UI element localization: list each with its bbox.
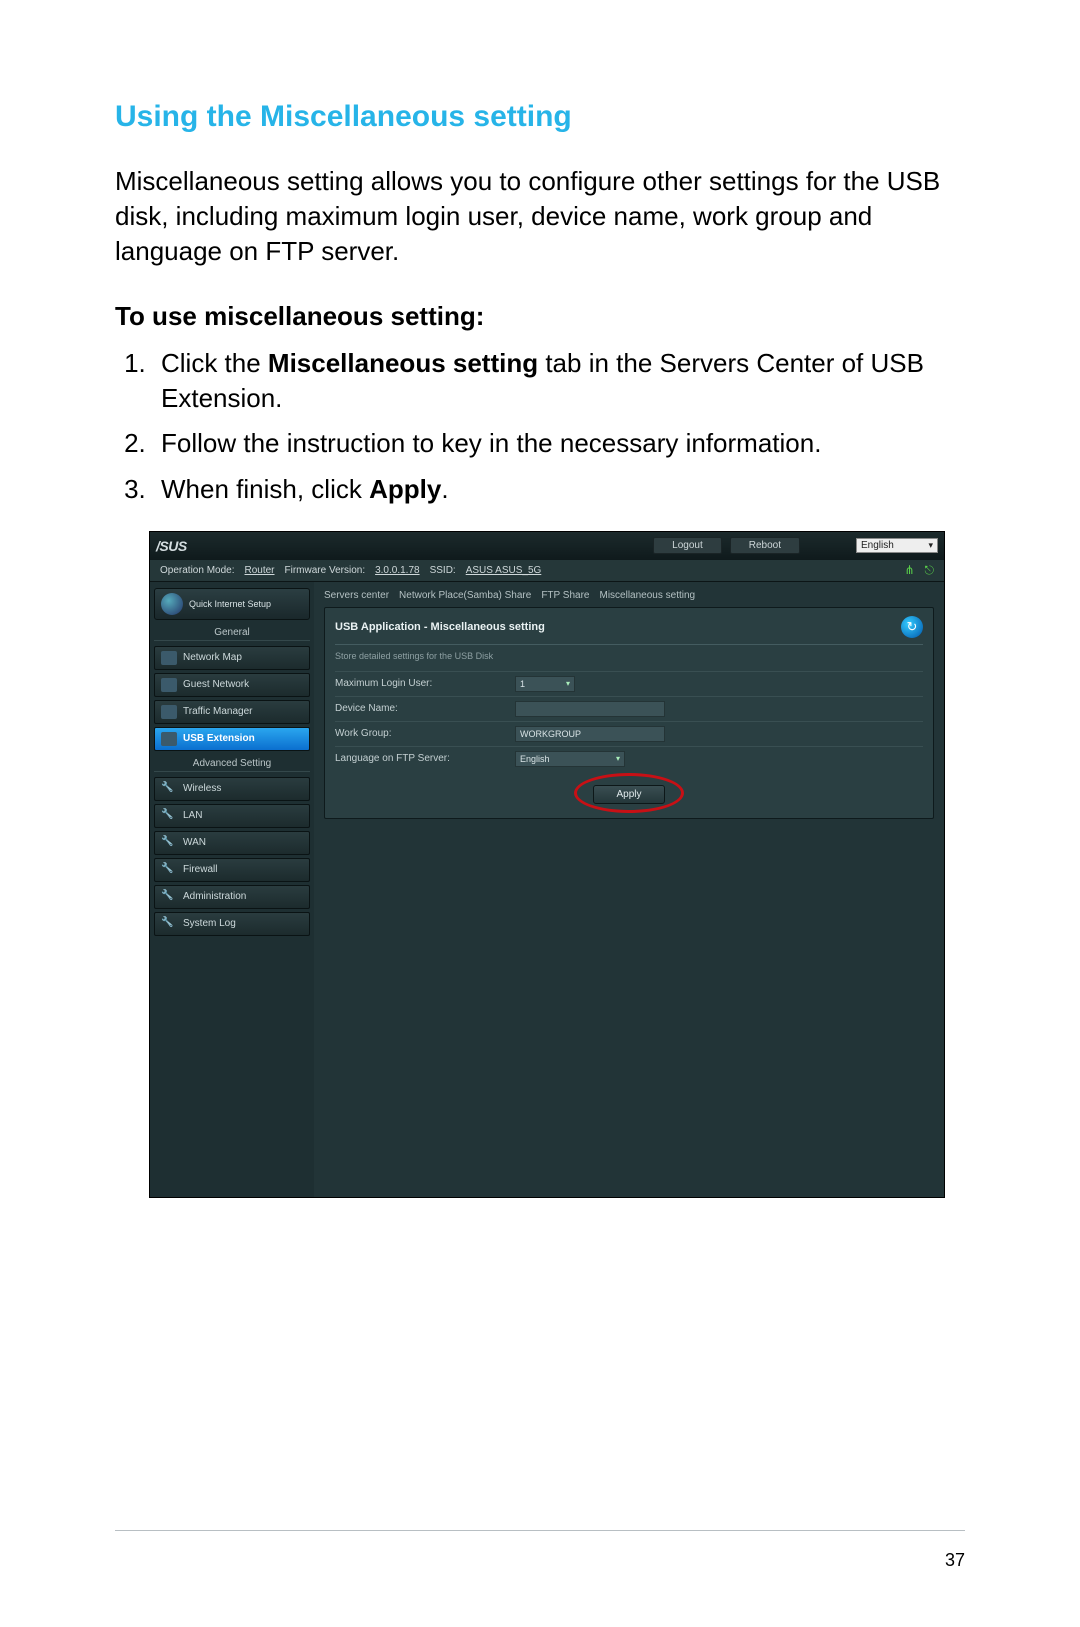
sidebar-item-network-map[interactable]: Network Map — [154, 646, 310, 670]
device-name-input[interactable] — [515, 701, 665, 717]
sidebar-item-label: LAN — [183, 810, 202, 821]
step-1-bold: Miscellaneous setting — [268, 348, 538, 378]
sidebar-item-system-log[interactable]: 🔧 System Log — [154, 912, 310, 936]
tab-misc-setting[interactable]: Miscellaneous setting — [599, 590, 695, 601]
subheading: To use miscellaneous setting: — [115, 301, 965, 332]
tab-ftp-share[interactable]: FTP Share — [541, 590, 589, 601]
group-general: General — [154, 623, 310, 641]
sidebar-item-lan[interactable]: 🔧 LAN — [154, 804, 310, 828]
wrench-icon: 🔧 — [161, 890, 177, 904]
router-screenshot: /SUS Logout Reboot English Operation Mod… — [149, 531, 945, 1198]
qis-label: Quick Internet Setup — [189, 599, 271, 609]
wrench-icon: 🔧 — [161, 836, 177, 850]
step-3-bold: Apply — [369, 474, 441, 504]
logout-button[interactable]: Logout — [653, 537, 722, 554]
wrench-icon: 🔧 — [161, 809, 177, 823]
step-3-text-c: . — [441, 474, 448, 504]
steps-list: Click the Miscellaneous setting tab in t… — [115, 346, 965, 506]
main-panel: Servers center Network Place(Samba) Shar… — [314, 582, 944, 1197]
language-select[interactable]: English — [856, 538, 938, 553]
step-1: Click the Miscellaneous setting tab in t… — [153, 346, 965, 416]
usb-extension-icon — [161, 732, 177, 746]
footer-rule — [115, 1530, 965, 1531]
sidebar-item-label: Traffic Manager — [183, 706, 252, 717]
page-number: 37 — [945, 1550, 965, 1571]
sidebar-item-label: Firewall — [183, 864, 217, 875]
sidebar-item-usb-extension[interactable]: USB Extension — [154, 727, 310, 751]
step-3-text-a: When finish, click — [161, 474, 369, 504]
step-3: When finish, click Apply. — [153, 472, 965, 507]
sidebar-item-wan[interactable]: 🔧 WAN — [154, 831, 310, 855]
qis-icon — [161, 593, 183, 615]
panel-subtitle: Store detailed settings for the USB Disk — [335, 645, 923, 671]
section-title: Using the Miscellaneous setting — [115, 100, 965, 134]
sidebar: Quick Internet Setup General Network Map… — [150, 582, 314, 1197]
sidebar-item-label: Administration — [183, 891, 246, 902]
group-advanced: Advanced Setting — [154, 754, 310, 772]
wrench-icon: 🔧 — [161, 917, 177, 931]
sidebar-item-firewall[interactable]: 🔧 Firewall — [154, 858, 310, 882]
device-name-label: Device Name: — [335, 703, 505, 714]
sidebar-item-label: Guest Network — [183, 679, 249, 690]
asus-logo: /SUS — [156, 538, 187, 554]
refresh-icon[interactable]: ↻ — [901, 616, 923, 638]
quick-internet-setup[interactable]: Quick Internet Setup — [154, 588, 310, 620]
info-bar: Operation Mode: Router Firmware Version:… — [150, 560, 944, 582]
work-group-label: Work Group: — [335, 728, 505, 739]
fw-value[interactable]: 3.0.0.1.78 — [375, 565, 419, 576]
highlight-circle — [574, 773, 684, 813]
reboot-button[interactable]: Reboot — [730, 537, 800, 554]
panel-title: USB Application - Miscellaneous setting — [335, 621, 545, 633]
signal-icon: ⋔ — [904, 563, 914, 577]
fw-label: Firmware Version: — [285, 565, 366, 576]
settings-panel: USB Application - Miscellaneous setting … — [324, 607, 934, 819]
intro-paragraph: Miscellaneous setting allows you to conf… — [115, 164, 965, 269]
tab-samba-share[interactable]: Network Place(Samba) Share — [399, 590, 531, 601]
row-work-group: Work Group: WORKGROUP — [335, 721, 923, 746]
row-device-name: Device Name: — [335, 696, 923, 721]
work-group-input[interactable]: WORKGROUP — [515, 726, 665, 742]
opmode-value[interactable]: Router — [245, 565, 275, 576]
ssid-value[interactable]: ASUS ASUS_5G — [466, 565, 542, 576]
sidebar-item-traffic-manager[interactable]: Traffic Manager — [154, 700, 310, 724]
traffic-manager-icon — [161, 705, 177, 719]
tab-servers-center[interactable]: Servers center — [324, 590, 389, 601]
sidebar-item-administration[interactable]: 🔧 Administration — [154, 885, 310, 909]
step-1-text-a: Click the — [161, 348, 268, 378]
ftp-lang-value: English — [520, 754, 550, 764]
sidebar-item-guest-network[interactable]: Guest Network — [154, 673, 310, 697]
ftp-lang-label: Language on FTP Server: — [335, 753, 505, 764]
guest-network-icon — [161, 678, 177, 692]
step-2: Follow the instruction to key in the nec… — [153, 426, 965, 461]
sidebar-item-label: System Log — [183, 918, 236, 929]
sidebar-item-label: WAN — [183, 837, 206, 848]
wrench-icon: 🔧 — [161, 782, 177, 796]
max-login-value: 1 — [520, 679, 525, 689]
ssid-label: SSID: — [430, 565, 456, 576]
row-ftp-lang: Language on FTP Server: English — [335, 746, 923, 771]
ftp-lang-select[interactable]: English — [515, 751, 625, 767]
tab-bar: Servers center Network Place(Samba) Shar… — [324, 588, 934, 607]
sidebar-item-label: Wireless — [183, 783, 221, 794]
sidebar-item-label: USB Extension — [183, 733, 255, 744]
max-login-select[interactable]: 1 — [515, 676, 575, 692]
sidebar-item-label: Network Map — [183, 652, 242, 663]
wrench-icon: 🔧 — [161, 863, 177, 877]
sidebar-item-wireless[interactable]: 🔧 Wireless — [154, 777, 310, 801]
network-map-icon — [161, 651, 177, 665]
max-login-label: Maximum Login User: — [335, 678, 505, 689]
top-bar: /SUS Logout Reboot English — [150, 532, 944, 560]
language-value: English — [861, 540, 894, 551]
opmode-label: Operation Mode: — [160, 565, 235, 576]
row-max-login: Maximum Login User: 1 — [335, 671, 923, 696]
usb-icon: ⎋ — [925, 563, 935, 578]
